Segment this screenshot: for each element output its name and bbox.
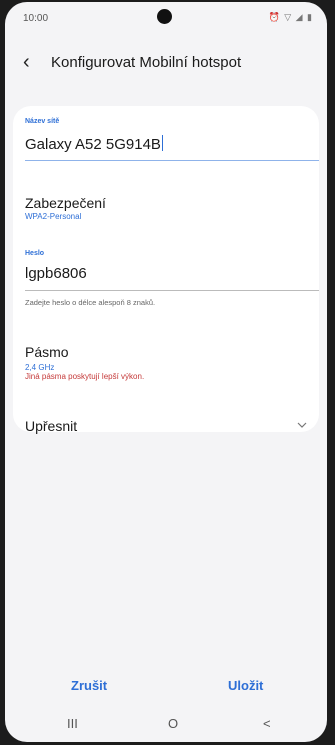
app-header: ‹ Konfigurovat Mobilní hotspot xyxy=(5,42,327,82)
band-warning: Jiná pásma poskytují lepší výkon. xyxy=(25,372,145,381)
network-name-value: Galaxy A52 5G914B xyxy=(25,136,161,153)
camera-cutout xyxy=(157,9,172,24)
cancel-button[interactable]: Zrušit xyxy=(71,678,107,693)
recents-icon[interactable]: III xyxy=(67,716,78,731)
band-row[interactable]: Pásmo 2,4 GHz Jiná pásma poskytují lepší… xyxy=(13,338,319,398)
advanced-title: Upřesnit xyxy=(25,418,78,434)
network-name-underline xyxy=(25,160,319,161)
chevron-down-icon[interactable] xyxy=(297,420,307,430)
password-underline xyxy=(25,290,319,291)
home-icon[interactable]: O xyxy=(168,716,178,731)
password-field[interactable]: lgpb6806 xyxy=(25,262,307,290)
advanced-row[interactable]: Upřesnit xyxy=(13,406,319,446)
page-title: Konfigurovat Mobilní hotspot xyxy=(51,54,242,71)
security-title: Zabezpečení xyxy=(25,195,106,211)
band-value: 2,4 GHz xyxy=(25,363,55,372)
security-row[interactable]: Zabezpečení WPA2-Personal xyxy=(13,188,319,232)
settings-card: Název sítě Galaxy A52 5G914B Zabezpečení… xyxy=(13,106,319,434)
password-value: lgpb6806 xyxy=(25,265,87,282)
phone-screen: 10:00 ⏰ ▽ ◢ ▮ ‹ Konfigurovat Mobilní hot… xyxy=(5,2,327,742)
network-name-field[interactable]: Galaxy A52 5G914B xyxy=(25,132,307,162)
security-value: WPA2-Personal xyxy=(25,212,82,221)
network-name-label: Název sítě xyxy=(25,118,60,125)
text-caret xyxy=(161,135,163,151)
save-button[interactable]: Uložit xyxy=(228,678,263,693)
back-chevron-icon[interactable]: ‹ xyxy=(23,51,41,73)
status-time: 10:00 xyxy=(23,13,49,24)
band-title: Pásmo xyxy=(25,344,69,360)
status-icons: ⏰ ▽ ◢ ▮ xyxy=(268,12,313,22)
status-bar: 10:00 ⏰ ▽ ◢ ▮ xyxy=(5,2,327,36)
back-icon[interactable]: < xyxy=(263,716,271,731)
password-hint: Zadejte heslo o délce alespoň 8 znaků. xyxy=(25,298,156,307)
password-label: Heslo xyxy=(25,250,45,257)
system-navbar: III O < xyxy=(5,708,327,742)
